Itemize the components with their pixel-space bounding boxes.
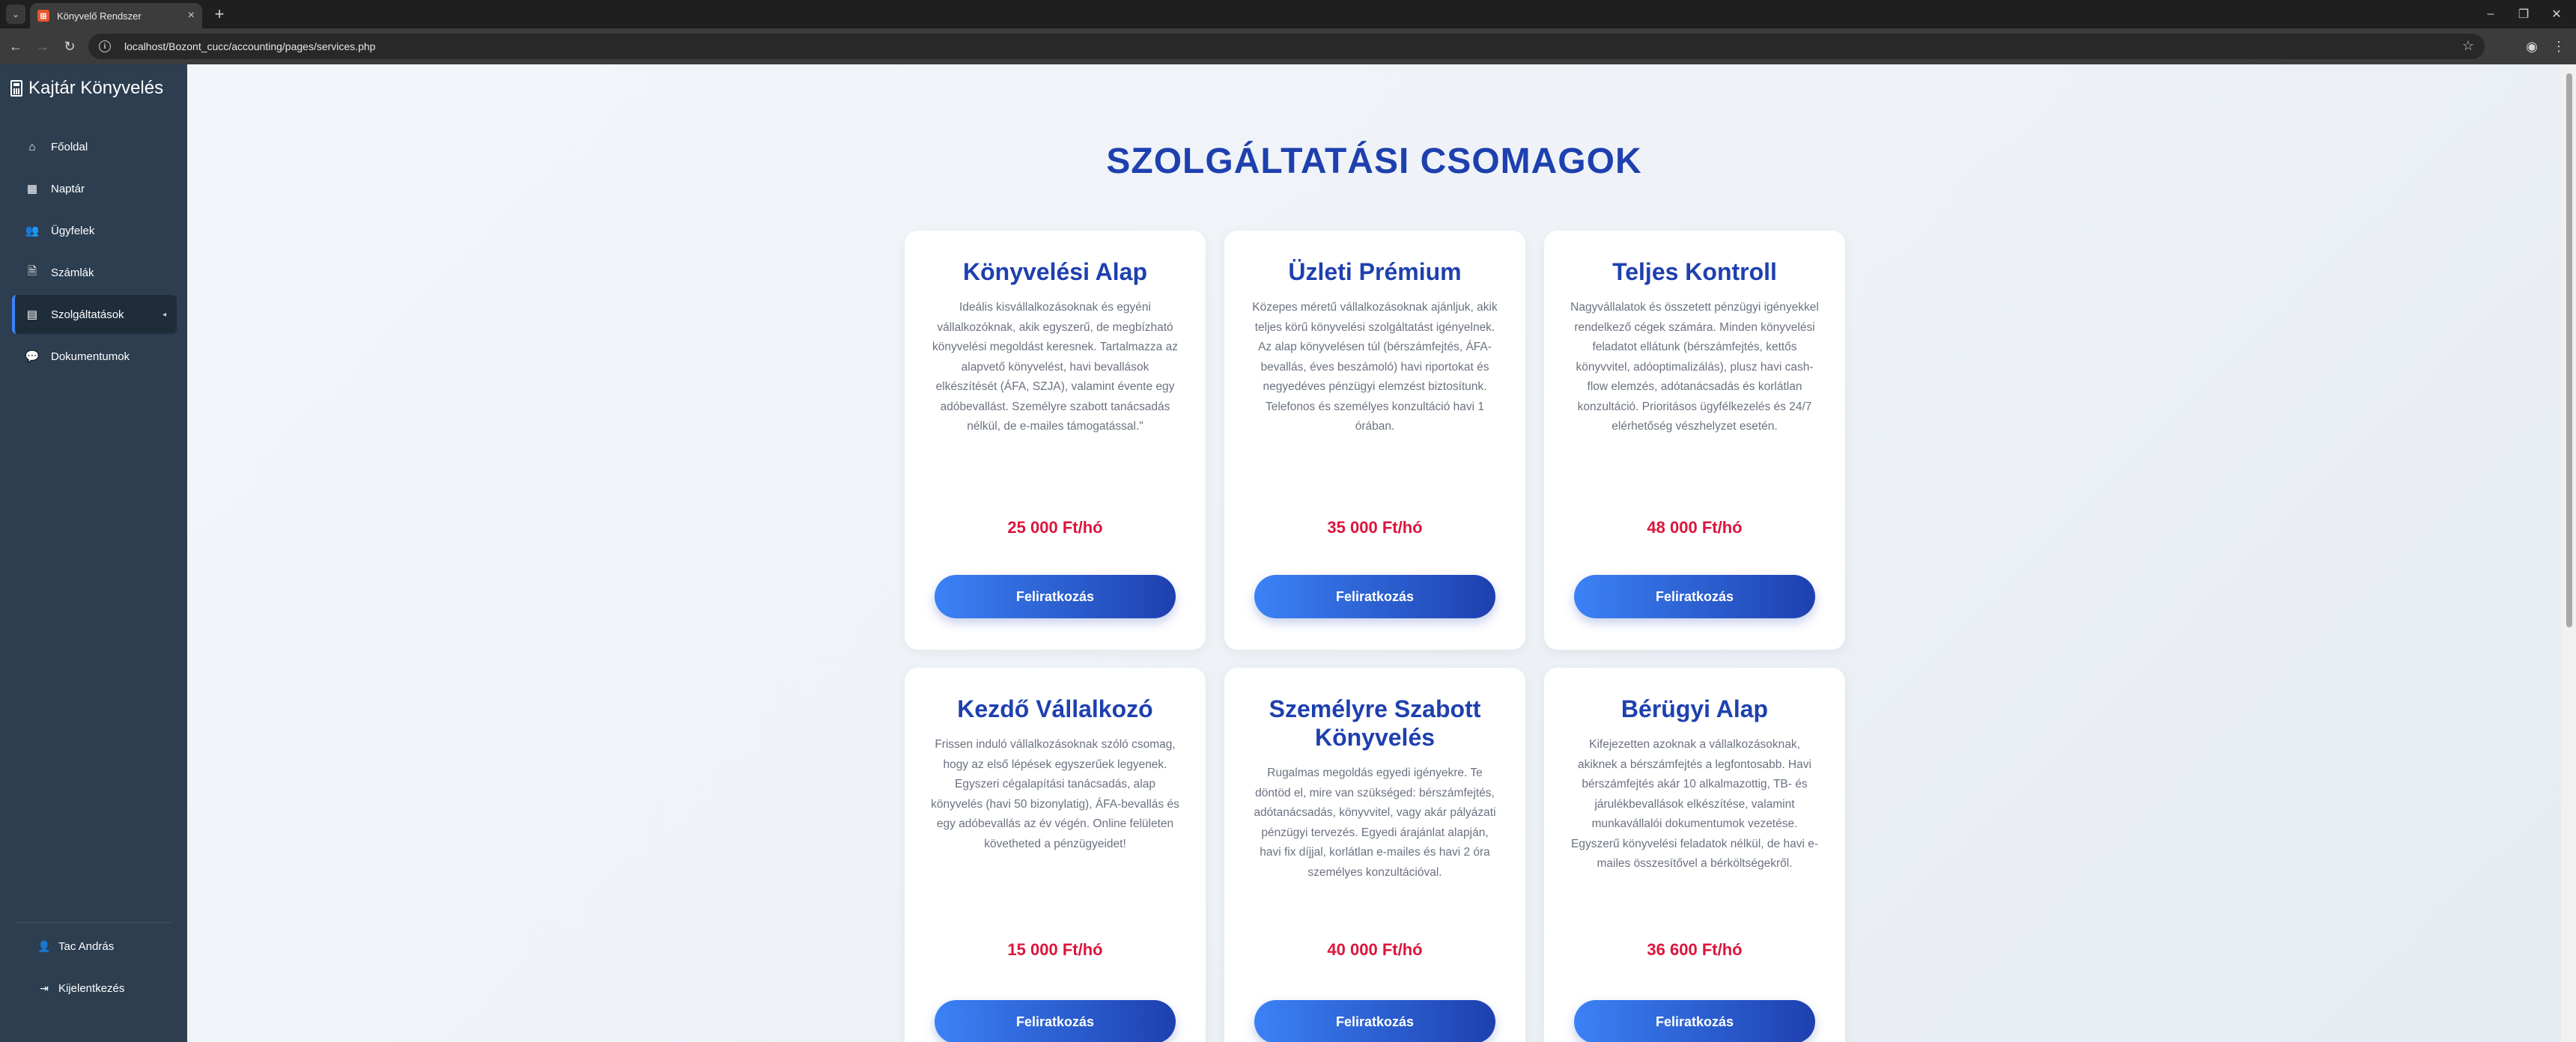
card-description: Frissen induló vállalkozásoknak szóló cs… [931,738,1179,850]
sidebar-item-naptar[interactable]: ▦ Naptár [12,169,177,208]
card-price: 15 000 Ft/hó [1007,940,1103,959]
brand-name: Kajtár Könyvelés [28,78,164,98]
sidebar-item-ugyfelek[interactable]: 👥 Ügyfelek [12,211,177,250]
service-card: Teljes Kontroll Nagyvállalatok és összet… [1544,231,1845,650]
sidebar-item-label: Főoldal [51,140,88,153]
sidebar-item-szolgaltatasok[interactable]: ▤ Szolgáltatások ◂ [12,295,177,334]
active-indicator-icon: ◂ [162,310,166,319]
comments-icon: 💬 [25,350,40,363]
site-info-icon[interactable]: i [99,40,111,52]
logout-label: Kijelentkezés [58,982,125,995]
close-window-icon[interactable]: ✕ [2542,4,2572,24]
calculator-icon [10,80,22,97]
service-card: Személyre Szabott Könyvelés Rugalmas meg… [1224,668,1525,1042]
sidebar-item-label: Számlák [51,266,94,279]
card-title: Könyvelési Alap [962,258,1147,285]
subscribe-button[interactable]: Feliratkozás [1574,575,1815,618]
sidebar-item-label: Dokumentumok [51,350,130,363]
bookmark-star-icon[interactable]: ☆ [2462,38,2474,54]
page-viewport: Kajtár Könyvelés ⌂ Főoldal ▦ Naptár 👥 Üg… [0,64,2576,1042]
service-card: Üzleti Prémium Közepes méretű vállalkozá… [1224,231,1525,650]
restore-icon[interactable]: ❐ [2509,4,2539,24]
card-price: 35 000 Ft/hó [1327,518,1423,537]
sidebar-divider [15,922,172,923]
subscribe-button[interactable]: Feliratkozás [1254,575,1495,618]
sidebar-item-dokumentumok[interactable]: 💬 Dokumentumok [12,337,177,376]
sidebar-item-fooldal[interactable]: ⌂ Főoldal [12,127,177,166]
users-icon: 👥 [25,225,40,237]
sidebar-item-label: Ügyfelek [51,224,95,237]
sidebar-item-szamlak[interactable]: 🗎 Számlák [12,253,177,292]
scrollbar-thumb[interactable] [2566,73,2572,627]
profile-icon[interactable]: ◉ [2522,37,2542,56]
card-description: Kifejezetten azoknak a vállalkozásoknak,… [1571,738,1818,870]
card-description: Nagyvállalatok és összetett pénzügyi igé… [1570,301,1819,433]
user-name: Tac András [58,940,115,953]
logout-link[interactable]: ⇥ Kijelentkezés [37,982,124,995]
user-icon: 👤 [37,940,51,952]
tab-favicon-icon: ⊞ [37,10,49,22]
calendar-icon: ▦ [26,183,38,195]
calculator-icon: ▤ [26,308,38,321]
reload-icon[interactable]: ↻ [60,37,79,56]
subscribe-button[interactable]: Feliratkozás [1574,1000,1815,1042]
subscribe-button[interactable]: Feliratkozás [935,1000,1176,1042]
page-title: SZOLGÁLTATÁSI CSOMAGOK [1106,141,1642,181]
browser-tab[interactable]: ⊞ Könyvelő Rendszer × [30,3,202,28]
card-description: Közepes méretű vállalkozásoknak ajánljuk… [1252,301,1498,433]
card-title: Teljes Kontroll [1612,258,1777,285]
subscribe-button[interactable]: Feliratkozás [1254,1000,1495,1042]
browser-toolbar: ← → ↻ i localhost/Bozont_cucc/accounting… [0,28,2576,64]
back-icon[interactable]: ← [6,37,25,56]
invoice-icon: 🗎 [27,264,37,278]
tab-close-icon[interactable]: × [188,9,195,22]
user-profile-link[interactable]: 👤 Tac András [37,940,114,953]
card-title: Bérügyi Alap [1620,695,1769,722]
new-tab-icon[interactable]: + [210,4,229,24]
service-card: Kezdő Vállalkozó Frissen induló vállalko… [905,668,1206,1042]
service-card: Könyvelési Alap Ideális kisvállalkozások… [905,231,1206,650]
browser-tabstrip: ⌄ ⊞ Könyvelő Rendszer × + – ❐ ✕ [0,0,2576,28]
sidebar-nav: ⌂ Főoldal ▦ Naptár 👥 Ügyfelek 🗎 Számlák … [0,127,187,379]
card-title: Kezdő Vállalkozó [957,695,1153,722]
sidebar-item-label: Naptár [51,182,85,195]
logout-icon: ⇥ [40,982,49,994]
sidebar: Kajtár Könyvelés ⌂ Főoldal ▦ Naptár 👥 Üg… [0,64,187,1042]
subscribe-button[interactable]: Feliratkozás [935,575,1176,618]
card-title: Üzleti Prémium [1288,258,1462,285]
address-bar[interactable]: i localhost/Bozont_cucc/accounting/pages… [88,34,2485,59]
card-price: 48 000 Ft/hó [1647,518,1743,537]
sidebar-item-label: Szolgáltatások [51,308,124,321]
card-price: 25 000 Ft/hó [1007,518,1103,537]
minimize-icon[interactable]: – [2476,4,2506,24]
tab-title: Könyvelő Rendszer [57,10,142,22]
service-cards-grid: Könyvelési Alap Ideális kisvállalkozások… [905,231,1848,1042]
card-title: Személyre Szabott Könyvelés [1269,695,1481,751]
tab-search-dropdown-icon[interactable]: ⌄ [6,4,25,24]
url-text[interactable]: localhost/Bozont_cucc/accounting/pages/s… [124,40,375,52]
card-price: 40 000 Ft/hó [1327,940,1423,959]
brand[interactable]: Kajtár Könyvelés [10,78,163,99]
card-description: Ideális kisvállalkozásoknak és egyéni vá… [932,301,1178,433]
browser-menu-icon[interactable]: ⋮ [2549,37,2569,56]
card-description: Rugalmas megoldás egyedi igényekre. Te d… [1254,767,1496,879]
service-card: Bérügyi Alap Kifejezetten azoknak a váll… [1544,668,1845,1042]
card-price: 36 600 Ft/hó [1647,940,1743,959]
forward-icon[interactable]: → [33,37,52,56]
home-icon: ⌂ [28,140,36,153]
